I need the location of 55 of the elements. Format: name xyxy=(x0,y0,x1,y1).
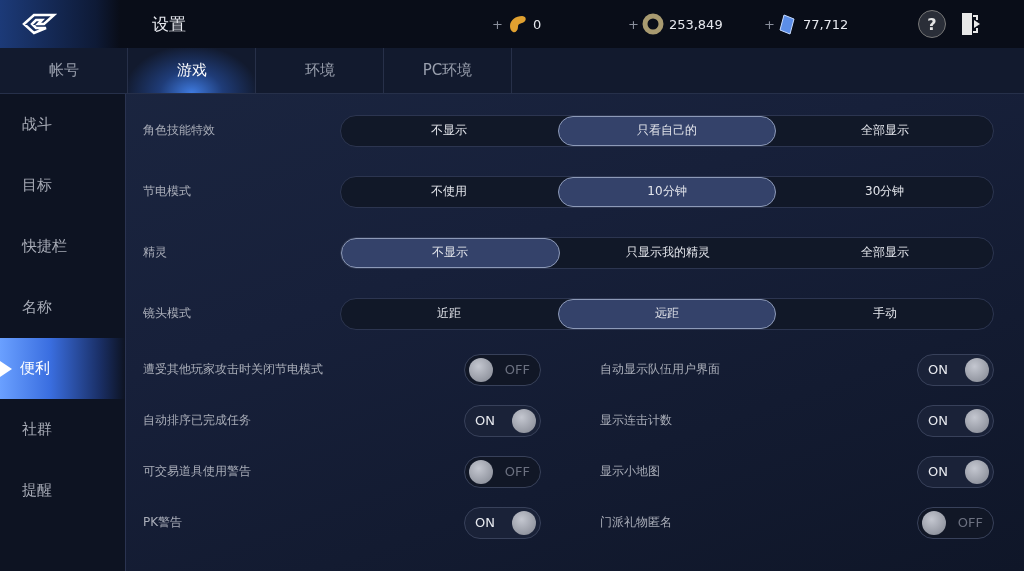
segment-option[interactable]: 远距 xyxy=(557,298,777,329)
crystal-icon xyxy=(777,13,798,35)
currency-amount: 253,849 xyxy=(668,16,723,32)
setting-label: 可交易道具使用警告 xyxy=(143,463,251,480)
tab[interactable]: PC环境 xyxy=(384,48,512,93)
tab[interactable]: 游戏 xyxy=(128,48,256,93)
setting-label: 遭受其他玩家攻击时关闭节电模式 xyxy=(143,361,323,378)
sidebar-item[interactable]: 目标 xyxy=(0,155,125,216)
setting-label: PK警告 xyxy=(143,514,183,531)
setting-label: 显示小地图 xyxy=(600,463,660,480)
toggle-switch[interactable]: ON xyxy=(917,404,994,437)
tab[interactable]: 环境 xyxy=(256,48,384,93)
toggle-switch[interactable]: ON xyxy=(917,455,994,488)
segment-option[interactable]: 全部显示 xyxy=(776,115,993,146)
add-currency-button[interactable]: + xyxy=(628,16,639,32)
setting-label: 节电模式 xyxy=(143,183,192,200)
segment-option[interactable]: 10分钟 xyxy=(557,176,777,207)
setting-label: 镜头模式 xyxy=(143,305,192,322)
setting-label: 精灵 xyxy=(143,244,168,261)
toggle-switch[interactable]: ON xyxy=(464,506,541,539)
segment-option[interactable]: 只显示我的精灵 xyxy=(559,237,777,268)
sidebar-item[interactable]: 社群 xyxy=(0,399,125,460)
ring-icon xyxy=(641,13,664,35)
toggle-switch[interactable]: OFF xyxy=(917,506,994,539)
segment-option[interactable]: 不显示 xyxy=(341,115,558,146)
setting-label: 自动显示队伍用户界面 xyxy=(600,361,720,378)
segment-option[interactable]: 不显示 xyxy=(341,237,560,268)
pointer-icon xyxy=(0,360,14,377)
sidebar-item[interactable]: 名称 xyxy=(0,277,125,338)
segment-option[interactable]: 手动 xyxy=(776,298,993,329)
setting-label: 自动排序已完成任务 xyxy=(143,412,251,429)
setting-label: 门派礼物匿名 xyxy=(600,514,672,531)
add-currency-button[interactable]: + xyxy=(764,16,775,32)
sidebar-item[interactable]: 战斗 xyxy=(0,94,125,155)
game-logo[interactable] xyxy=(0,0,120,48)
help-button[interactable]: ? xyxy=(918,10,946,38)
toggle-switch[interactable]: OFF xyxy=(464,353,541,386)
add-currency-button[interactable]: + xyxy=(492,16,503,32)
setting-label: 角色技能特效 xyxy=(143,122,216,139)
toggle-switch[interactable]: ON xyxy=(464,404,541,437)
segment-option[interactable]: 不使用 xyxy=(341,176,558,207)
sidebar-item[interactable]: 便利 xyxy=(0,338,125,399)
sidebar-item[interactable]: 提醒 xyxy=(0,460,125,521)
segment-option[interactable]: 30分钟 xyxy=(776,176,993,207)
toggle-switch[interactable]: ON xyxy=(917,353,994,386)
page-title: 设置 xyxy=(152,12,187,36)
setting-label: 显示连击计数 xyxy=(600,412,672,429)
currency-amount: 0 xyxy=(532,16,542,32)
segment-option[interactable]: 近距 xyxy=(341,298,558,329)
logo-icon xyxy=(22,13,58,35)
segment-option[interactable]: 只看自己的 xyxy=(557,115,777,146)
toggle-switch[interactable]: OFF xyxy=(464,455,541,488)
currency-amount: 77,712 xyxy=(802,16,849,32)
sidebar-item[interactable]: 快捷栏 xyxy=(0,216,125,277)
segment-option[interactable]: 全部显示 xyxy=(776,237,993,268)
